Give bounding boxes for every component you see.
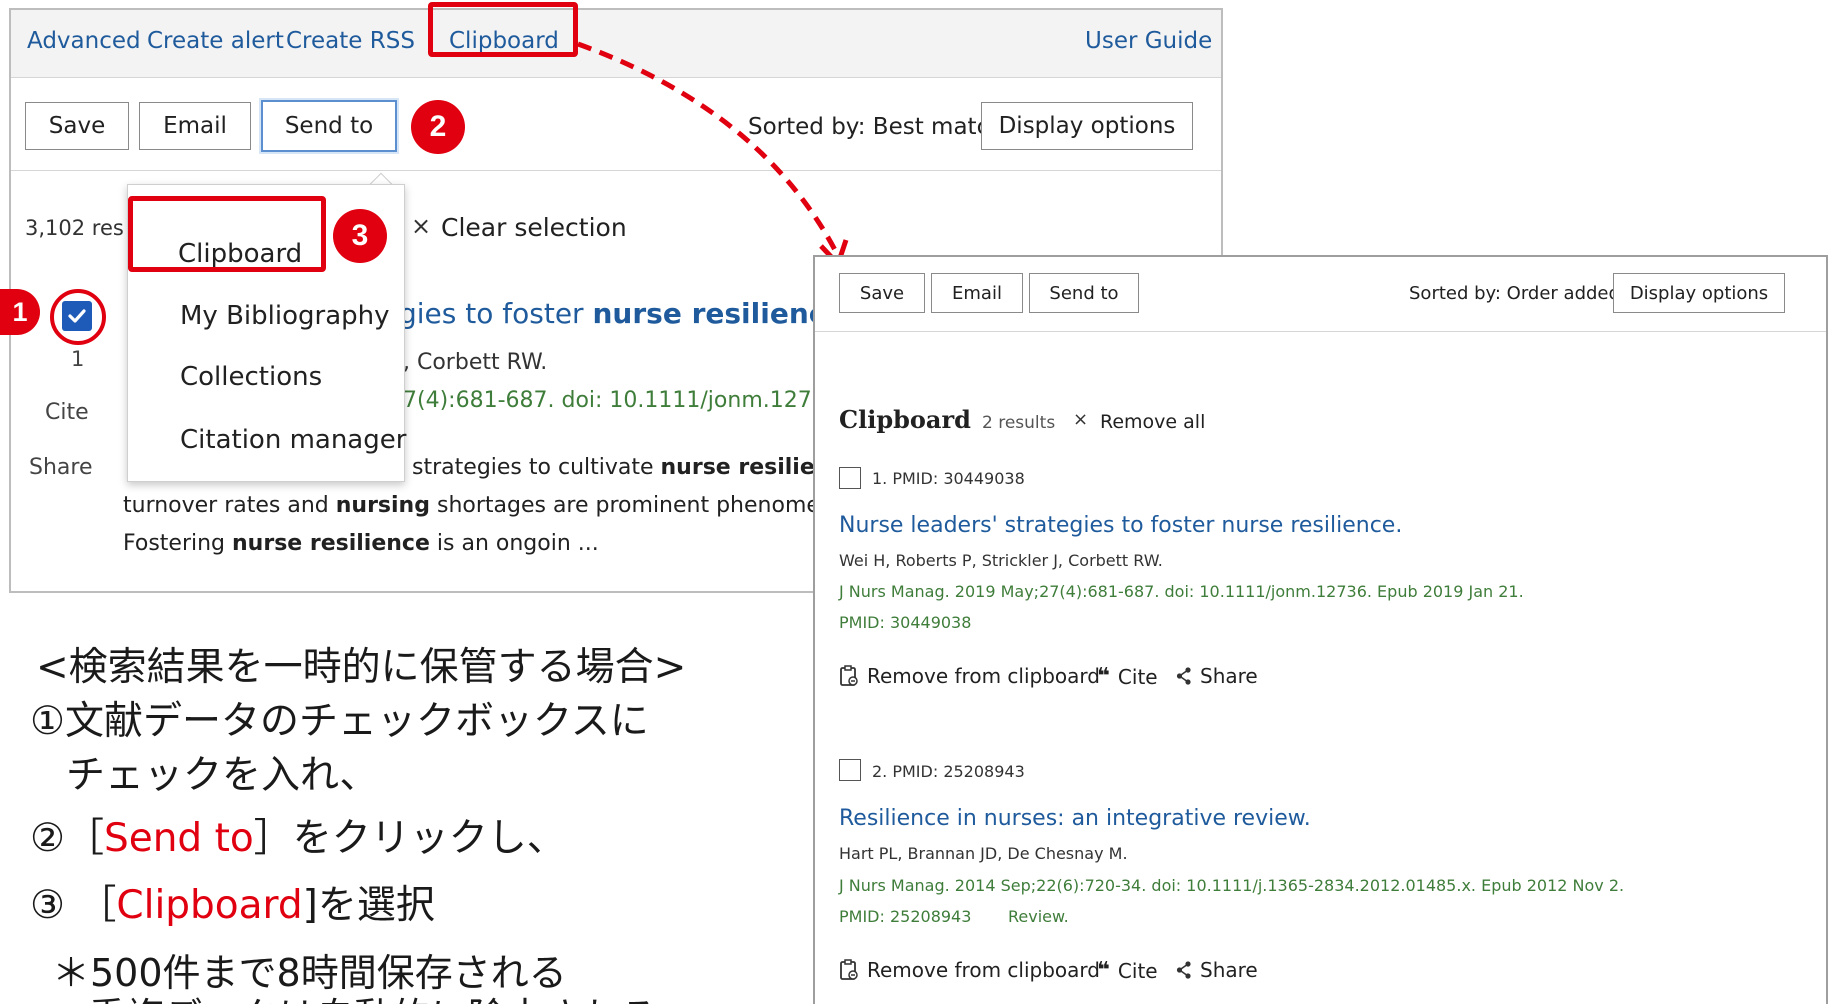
- item-1-remove-button[interactable]: Remove from clipboard: [839, 664, 1100, 688]
- instruction-step-1-line-1: ①文献データのチェックボックスに: [30, 699, 649, 744]
- quote-icon: ❝: [1097, 958, 1110, 983]
- clipboard-display-options-button[interactable]: Display options: [1613, 273, 1785, 313]
- item-1-checkbox[interactable]: [839, 467, 861, 489]
- instruction-step-2: ②［Send to］をクリックし、: [30, 816, 566, 861]
- clipboard-save-button[interactable]: Save: [839, 273, 925, 313]
- item-1-citation: J Nurs Manag. 2019 May;27(4):681-687. do…: [839, 582, 1524, 601]
- clipboard-page: Save Email Send to Sorted by: Order adde…: [813, 255, 1828, 1004]
- clipboard-send-to-button[interactable]: Send to: [1029, 273, 1139, 313]
- clipboard-sort-label[interactable]: Sorted by: Order added: [1409, 283, 1620, 304]
- share-icon: [1176, 961, 1191, 979]
- clipboard-remove-icon: [840, 959, 858, 980]
- instructions-heading: <検索結果を一時的に保管する場合>: [36, 645, 687, 690]
- item-1-cite-button[interactable]: ❝ Cite: [1097, 664, 1158, 689]
- clipboard-email-button[interactable]: Email: [931, 273, 1023, 313]
- clipboard-toolbar-divider: [815, 331, 1826, 332]
- item-2-checkbox[interactable]: [839, 759, 861, 781]
- clipboard-heading: Clipboard: [839, 405, 971, 434]
- quote-icon: ❝: [1097, 664, 1110, 689]
- share-icon: [1176, 667, 1191, 685]
- item-2-remove-button[interactable]: Remove from clipboard: [839, 958, 1100, 982]
- item-2-citation: J Nurs Manag. 2014 Sep;22(6):720-34. doi…: [839, 876, 1625, 895]
- item-2-index-pmid: 2. PMID: 25208943: [872, 762, 1025, 781]
- item-2-title-link[interactable]: Resilience in nurses: an integrative rev…: [839, 806, 1311, 831]
- item-1-share-button[interactable]: Share: [1176, 664, 1258, 688]
- item-2-cite-button[interactable]: ❝ Cite: [1097, 958, 1158, 983]
- close-icon[interactable]: ×: [1073, 409, 1088, 430]
- item-1-title-link[interactable]: Nurse leaders' strategies to foster nurs…: [839, 513, 1402, 538]
- instruction-step-3: ③ ［Clipboard]を選択: [30, 883, 435, 928]
- item-1-pmid: PMID: 30449038: [839, 613, 972, 632]
- item-1-authors: Wei H, Roberts P, Strickler J, Corbett R…: [839, 551, 1163, 570]
- remove-all-link[interactable]: Remove all: [1100, 411, 1205, 433]
- item-2-pub-type: Review.: [1008, 907, 1069, 926]
- instruction-step-1-line-2: チェックを入れ、: [66, 753, 379, 798]
- item-2-authors: Hart PL, Brannan JD, De Chesnay M.: [839, 844, 1128, 863]
- instruction-note-line-2: 重複データは自動的に除去される: [88, 986, 658, 1004]
- clipboard-results-count: 2 results: [982, 413, 1056, 433]
- item-2-pmid: PMID: 25208943: [839, 907, 972, 926]
- item-1-index-pmid: 1. PMID: 30449038: [872, 469, 1025, 488]
- clipboard-remove-icon: [840, 665, 858, 686]
- item-2-share-button[interactable]: Share: [1176, 958, 1258, 982]
